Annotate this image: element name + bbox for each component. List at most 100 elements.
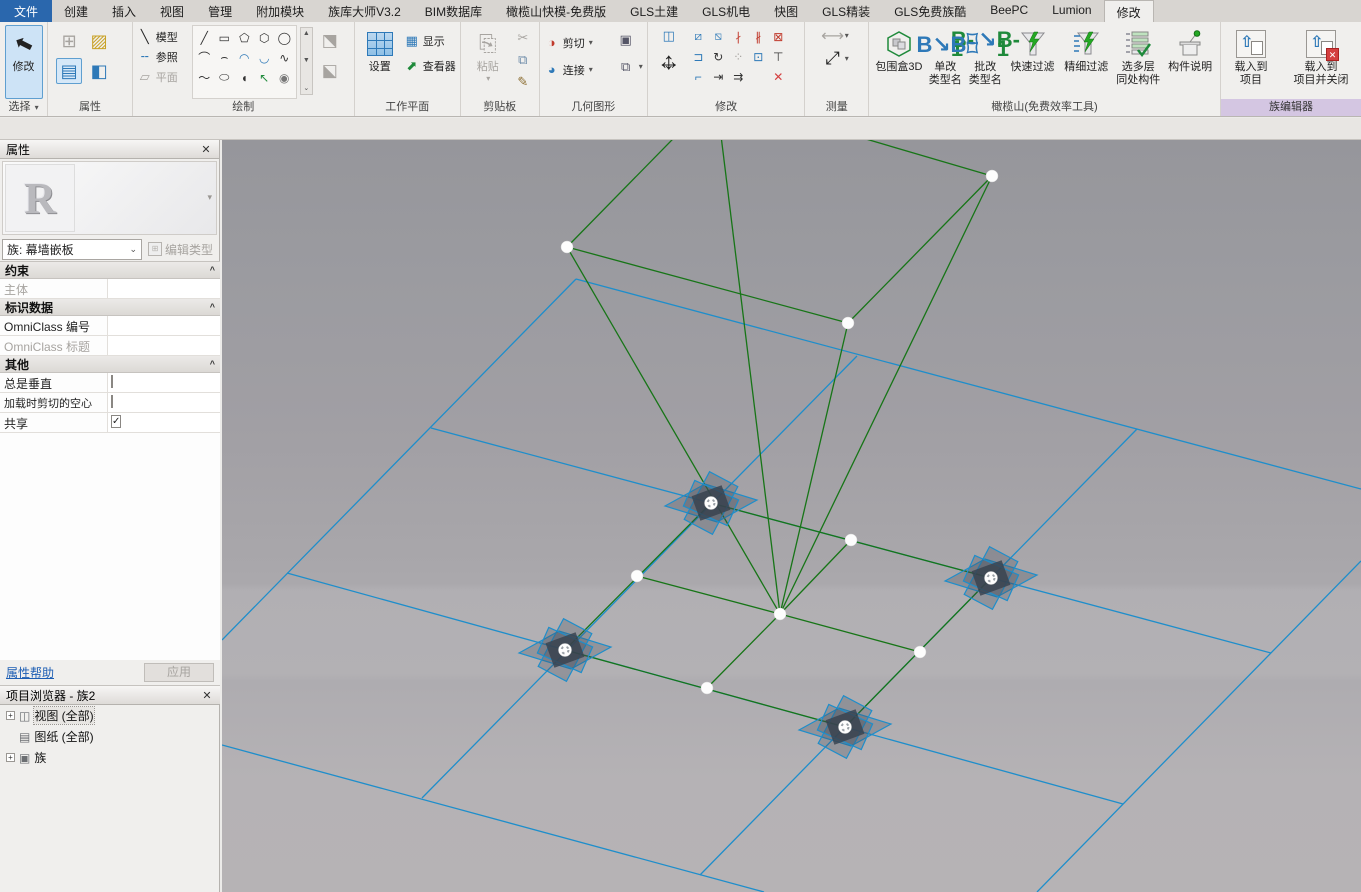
properties-palette-icon[interactable]: ▤ xyxy=(56,58,83,84)
collapse-icon[interactable]: ^ xyxy=(210,265,215,275)
model-line[interactable] xyxy=(779,613,921,653)
fine-filter-button[interactable]: 精细过滤 xyxy=(1060,25,1112,99)
solid-box-icon[interactable]: ▣ xyxy=(617,31,635,49)
adaptive-point-marker[interactable] xyxy=(663,470,759,536)
select-group-label[interactable]: 选择 ▾ xyxy=(0,99,47,116)
trim-extend-single-icon[interactable]: ⇥ xyxy=(709,67,728,86)
apply-button[interactable]: 应用 xyxy=(144,663,214,682)
draw-arc-tangent-icon[interactable]: ◡ xyxy=(255,48,274,67)
load-into-project-close-button[interactable]: ⇧ ✕ 载入到 项目并关闭 xyxy=(1285,25,1357,99)
model-line[interactable] xyxy=(716,140,781,615)
omniclass-number-field[interactable] xyxy=(108,316,220,335)
collapse-icon[interactable]: ^ xyxy=(210,359,215,369)
draw-line-icon[interactable]: ╱ xyxy=(195,28,214,47)
load-into-project-button[interactable]: ⇧ 载入到 项目 xyxy=(1225,25,1277,99)
gallery-expand-icon[interactable]: ⌄ xyxy=(303,84,309,92)
control-point[interactable] xyxy=(841,316,855,330)
draw-on-workplane-icon[interactable]: ⬕ xyxy=(316,59,344,83)
draw-ellipse-icon[interactable]: ⬭ xyxy=(215,68,234,87)
type-selector-dropdown[interactable]: 族: 幕墙嵌板 ⌄ xyxy=(2,238,142,260)
shared-checkbox[interactable]: ✓ xyxy=(111,415,122,428)
tab-family-master[interactable]: 族库大师V3.2 xyxy=(316,0,413,22)
draw-partial-ellipse-icon[interactable]: ◖ xyxy=(235,68,254,87)
adaptive-point-marker[interactable] xyxy=(517,617,613,683)
split-element-icon[interactable]: ∤ xyxy=(729,27,748,46)
reference-grid-line[interactable] xyxy=(1036,560,1361,892)
expand-icon[interactable]: + xyxy=(6,753,15,762)
match-type-icon[interactable]: ✎ xyxy=(514,73,532,91)
control-point[interactable] xyxy=(630,569,644,583)
control-point[interactable] xyxy=(773,607,787,621)
scale-icon[interactable]: ⊡ xyxy=(749,47,768,66)
close-icon[interactable]: ✕ xyxy=(199,143,213,156)
split-face-icon[interactable]: ⧉ xyxy=(617,58,635,76)
model-line[interactable] xyxy=(636,575,781,615)
reference-grid-line[interactable] xyxy=(222,744,765,892)
model-line[interactable] xyxy=(706,613,781,689)
draw-on-face-icon[interactable]: ⬔ xyxy=(316,29,344,53)
section-other[interactable]: 其他 ^ xyxy=(0,356,220,373)
draw-circle-icon[interactable]: ◯ xyxy=(275,28,294,47)
adaptive-point-marker[interactable] xyxy=(943,545,1039,611)
trim-corner-icon[interactable]: ⌐ xyxy=(689,67,708,86)
tab-bim-database[interactable]: BIM数据库 xyxy=(413,0,494,22)
reference-grid-line[interactable] xyxy=(222,278,577,641)
model-line[interactable] xyxy=(779,175,993,615)
edit-type-button[interactable]: ⊞ 编辑类型 xyxy=(145,239,217,260)
draw-gallery-scrollbar[interactable]: ▲ ▼ ⌄ xyxy=(299,27,313,95)
component-note-button[interactable]: 构件说明 xyxy=(1164,25,1216,99)
draw-arc-3pt-icon[interactable]: ◠ xyxy=(235,48,254,67)
preview-dropdown-icon[interactable]: ▾ xyxy=(207,192,212,203)
tab-insert[interactable]: 插入 xyxy=(100,0,148,22)
delete-icon[interactable]: ✕ xyxy=(769,67,788,86)
rename-type-batch-button[interactable]: B ⌑↘ ⌑ B-1 批改 类型名 xyxy=(951,25,1020,99)
tab-olive-quickmodel[interactable]: 橄榄山快模-免费版 xyxy=(494,0,618,22)
cut-to-clipboard-icon[interactable]: ✂ xyxy=(514,29,532,47)
control-point[interactable] xyxy=(913,645,927,659)
tab-addins[interactable]: 附加模块 xyxy=(244,0,316,22)
control-point[interactable] xyxy=(844,533,858,547)
control-point[interactable] xyxy=(700,681,714,695)
drawing-area-svg[interactable] xyxy=(222,140,1361,892)
split-dropdown-icon[interactable]: ▾ xyxy=(639,62,643,71)
model-line[interactable] xyxy=(566,140,716,248)
draw-arc-center-icon[interactable]: ⌢ xyxy=(215,48,234,67)
control-point[interactable] xyxy=(560,240,574,254)
measure-between-refs-button[interactable]: ⤢ ▾ xyxy=(825,48,849,68)
model-line-button[interactable]: ╲ 模型 xyxy=(137,27,189,46)
paste-dropdown-icon[interactable]: ▾ xyxy=(486,74,490,83)
tab-lumion[interactable]: Lumion xyxy=(1040,0,1103,22)
tab-gls-structure[interactable]: GLS土建 xyxy=(618,0,690,22)
reference-line-button[interactable]: ╌ 参照 xyxy=(137,47,189,66)
join-dropdown-icon[interactable]: ▾ xyxy=(589,65,593,74)
array-icon[interactable]: ⁘ xyxy=(729,47,748,66)
draw-spline-pass-icon[interactable]: 〜 xyxy=(195,68,214,87)
draw-rectangle-icon[interactable]: ▭ xyxy=(215,28,234,47)
section-identity-data[interactable]: 标识数据 ^ xyxy=(0,299,220,316)
tab-beepc[interactable]: BeePC xyxy=(978,0,1040,22)
plane-button[interactable]: ▱ 平面 xyxy=(137,67,189,86)
tab-modify[interactable]: 修改 xyxy=(1103,0,1154,22)
offset-icon[interactable]: ⊐ xyxy=(689,47,708,66)
tab-file[interactable]: 文件 xyxy=(0,0,53,22)
paste-button[interactable]: ⎘ 粘贴 ▾ xyxy=(465,25,511,99)
modify-tool-button[interactable]: ⬉ 修改 xyxy=(4,25,43,99)
workplane-viewer-button[interactable]: ⬈ 查看器 xyxy=(404,56,455,75)
properties-panel-titlebar[interactable]: 属性 ✕ xyxy=(0,140,219,159)
model-line[interactable] xyxy=(566,246,781,615)
measure-dropdown-icon[interactable]: ▾ xyxy=(845,54,849,63)
tab-manage[interactable]: 管理 xyxy=(196,0,244,22)
collapse-icon[interactable]: ^ xyxy=(210,302,215,312)
cut-dropdown-icon[interactable]: ▾ xyxy=(589,38,593,47)
drawing-area[interactable] xyxy=(222,140,1361,892)
cut-geometry-button[interactable]: ◑ 剪切 ▾ xyxy=(544,33,614,52)
join-geometry-button[interactable]: ◕ 连接 ▾ xyxy=(544,60,614,79)
tab-create[interactable]: 创建 xyxy=(52,0,100,22)
tree-item-views[interactable]: + ◫ 视图 (全部) xyxy=(0,705,220,726)
always-vertical-checkbox[interactable] xyxy=(111,375,113,388)
model-line[interactable] xyxy=(716,140,993,177)
model-line[interactable] xyxy=(847,175,993,324)
pin-icon[interactable]: ⊤ xyxy=(769,47,788,66)
properties-help-link[interactable]: 属性帮助 xyxy=(6,664,54,681)
section-constraints[interactable]: 约束 ^ xyxy=(0,262,220,279)
